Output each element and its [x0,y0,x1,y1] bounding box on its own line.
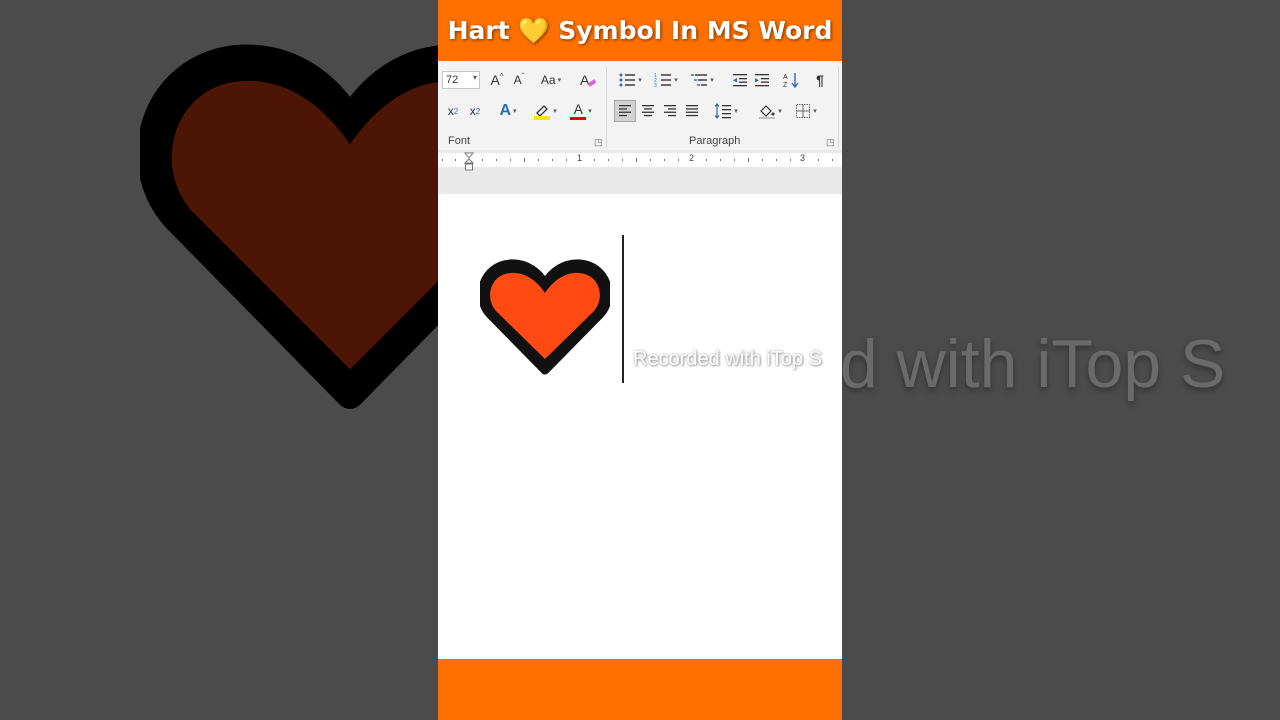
font-color-swatch [570,117,587,120]
increase-indent-icon [755,74,769,87]
title-text-start: Hart [447,15,510,45]
align-left-button[interactable] [614,100,636,122]
horizontal-ruler[interactable]: 1 2 3 [438,152,842,171]
ruler-number: 1 [577,153,583,163]
highlighter-icon [534,105,551,120]
borders-button[interactable]: ▾ [790,101,822,121]
decrease-indent-button[interactable] [730,70,750,90]
font-color-button[interactable]: A ▾ [564,101,598,121]
text-effects-button[interactable]: A ▾ [492,101,524,121]
group-divider [606,67,607,147]
paragraph-dialog-launcher-icon[interactable]: ◳ [826,137,835,148]
subscript-button[interactable]: x2 [444,101,462,121]
font-group-label: Font [448,135,471,147]
sort-az-icon: A Z [783,73,799,89]
superscript-mark: 2 [475,106,481,116]
heart-symbol-icon[interactable] [480,258,610,378]
align-left-icon [619,105,631,117]
svg-text:A: A [580,72,590,88]
ruler-number: 2 [689,153,695,163]
clear-formatting-icon: A [580,72,597,88]
svg-text:A: A [783,74,788,81]
background-right: ed with iTop S [842,0,1280,720]
text-cursor [622,235,624,383]
indent-marker-icon[interactable] [464,152,474,172]
title-text-end: Symbol In MS Word [558,15,833,45]
align-right-button[interactable] [660,101,680,121]
grow-font-button[interactable]: A ^ [488,71,506,89]
paint-bucket-icon [759,105,776,119]
paragraph-group-label: Paragraph [689,135,741,147]
document-page[interactable]: Recorded with iTop S [438,194,842,659]
superscript-button[interactable]: x2 [466,101,484,121]
font-size-dropdown[interactable]: 72 ▾ [442,71,480,89]
recording-watermark: Recorded with iTop S [633,348,822,370]
align-center-icon [642,105,654,117]
pilcrow-icon: ¶ [816,72,824,88]
decrease-indent-icon [733,74,747,87]
title-banner: Hart 💛 Symbol In MS Word [438,0,842,61]
justify-button[interactable] [682,101,702,121]
numbering-button[interactable]: 1 2 3 ▾ [650,70,682,90]
change-case-button[interactable]: Aa ▾ [536,71,566,89]
svg-text:3: 3 [654,83,657,88]
yellow-heart-emoji: 💛 [518,15,550,45]
svg-text:Z: Z [783,82,788,89]
shrink-font-button[interactable]: Aˇ [510,71,528,89]
highlight-color-button[interactable]: ▾ [528,101,562,121]
background-heart-icon [140,44,438,409]
borders-icon [796,104,811,118]
bullet-list-icon [619,73,636,87]
multilevel-list-icon [691,74,708,86]
grow-font-label: A [490,72,500,88]
line-spacing-icon [714,103,732,119]
sort-button[interactable]: A Z [780,70,802,90]
font-dialog-launcher-icon[interactable]: ◳ [594,137,603,148]
align-center-button[interactable] [638,101,658,121]
shrink-font-label: A [513,73,522,87]
text-effects-label: A [499,102,512,119]
align-right-icon [664,105,676,117]
show-formatting-marks-button[interactable]: ¶ [810,70,830,90]
group-divider-right [838,67,839,147]
background-left [0,0,438,720]
background-watermark: ed with iTop S [842,326,1226,402]
font-size-value: 72 [446,74,459,86]
line-spacing-button[interactable]: ▾ [710,101,742,121]
video-panel: Hart 💛 Symbol In MS Word 72 ▾ A ^ Aˇ Aa ▾ … [438,0,842,720]
ruler-number: 3 [800,153,806,163]
shading-button[interactable]: ▾ [754,101,786,121]
numbered-list-icon: 1 2 3 [654,73,672,88]
footer-banner [438,659,842,720]
change-case-label: Aa [540,73,556,87]
clear-formatting-button[interactable]: A [578,70,598,90]
increase-indent-button[interactable] [752,70,772,90]
word-ribbon: 72 ▾ A ^ Aˇ Aa ▾ A x2 x2 A ▾ ▾ A ▾ Font … [438,61,842,151]
video-title: Hart 💛 Symbol In MS Word [448,16,833,46]
subscript-mark: 2 [453,106,459,116]
chevron-down-icon: ▾ [472,73,477,82]
multilevel-list-button[interactable]: ▾ [686,70,718,90]
bullets-button[interactable]: ▾ [614,70,646,90]
justify-icon [686,105,698,117]
font-color-label: A [573,101,583,117]
